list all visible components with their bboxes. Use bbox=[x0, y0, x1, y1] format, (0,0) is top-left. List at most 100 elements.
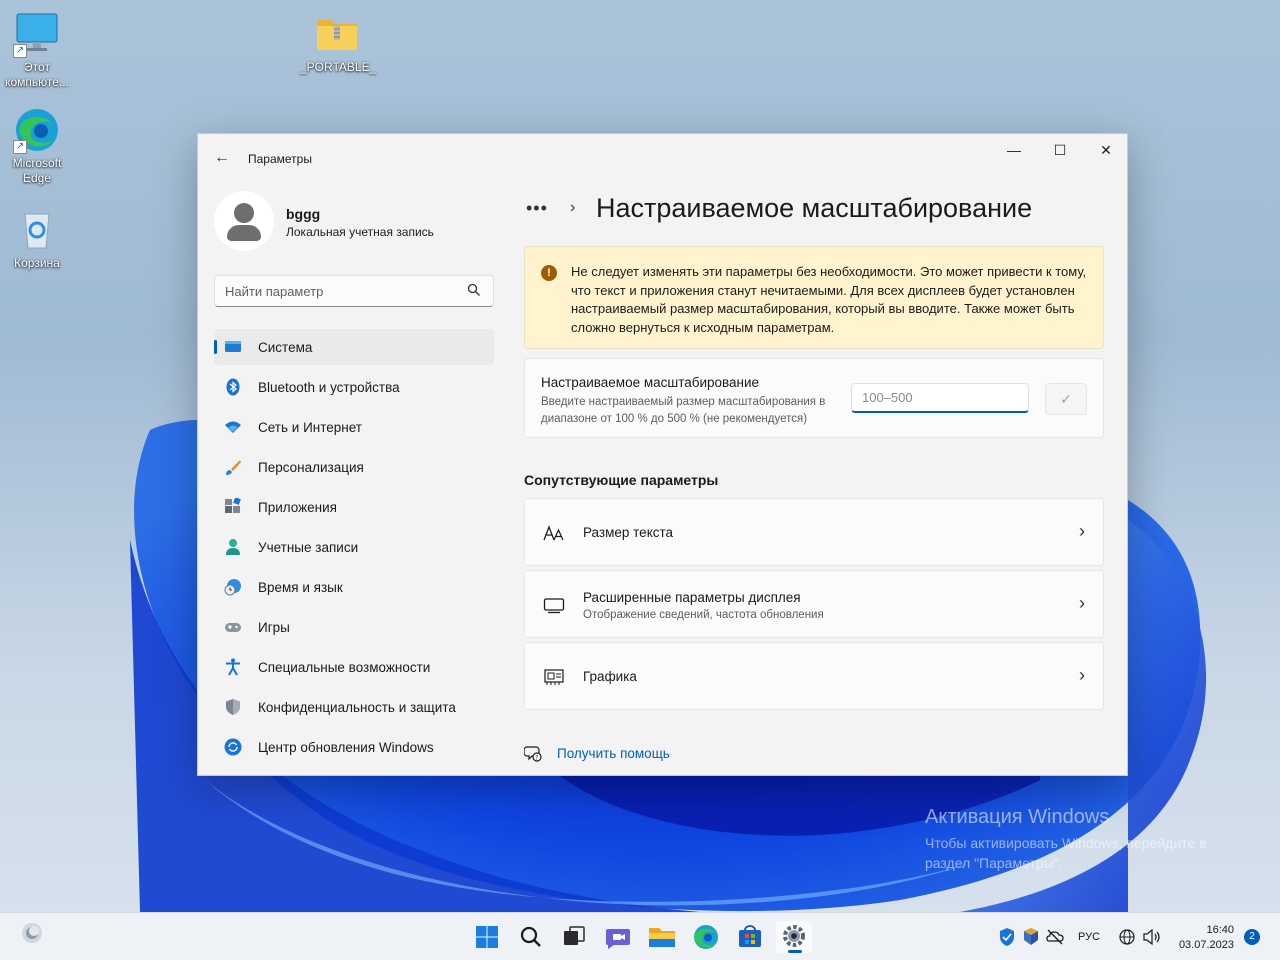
desktop-icon-label: _PORTABLE_ bbox=[300, 60, 377, 74]
security-badge-icon[interactable] bbox=[1022, 927, 1040, 947]
sidebar-item-label: Учетные записи bbox=[258, 540, 359, 555]
activation-subtitle: Чтобы активировать Windows, перейдите в … bbox=[925, 835, 1207, 871]
sidebar-item-apps[interactable]: Приложения bbox=[214, 489, 494, 525]
close-button[interactable]: ✕ bbox=[1083, 134, 1129, 166]
related-item-title: Размер текста bbox=[583, 525, 674, 540]
volume-icon[interactable] bbox=[1142, 927, 1162, 947]
help-icon[interactable]: ? bbox=[524, 744, 542, 762]
clock-time: 16:40 bbox=[1206, 924, 1234, 936]
custom-scaling-input[interactable] bbox=[852, 384, 1022, 410]
edge-icon: ↗ bbox=[13, 106, 61, 154]
wifi-icon bbox=[225, 421, 241, 433]
svg-text:?: ? bbox=[535, 754, 538, 761]
notification-badge[interactable]: 2 bbox=[1244, 929, 1260, 945]
custom-scaling-field[interactable] bbox=[851, 383, 1029, 413]
sidebar-item-label: Bluetooth и устройства bbox=[258, 380, 400, 395]
text-size-icon bbox=[543, 525, 564, 541]
warning-banner: ! Не следует изменять эти параметры без … bbox=[524, 246, 1104, 349]
taskbar-search-button[interactable] bbox=[513, 921, 549, 953]
sidebar-item-personalization[interactable]: Персонализация bbox=[214, 449, 494, 485]
custom-scaling-description: Введите настраиваемый размер масштабиров… bbox=[541, 396, 826, 425]
profile-name: bggg bbox=[286, 206, 321, 222]
sidebar-item-label: Персонализация bbox=[258, 460, 364, 475]
globe-clock-icon bbox=[224, 579, 241, 596]
desktop-icon-recycle-bin[interactable]: Корзина bbox=[0, 206, 74, 271]
chevron-right-icon: › bbox=[1079, 521, 1085, 541]
shield-icon bbox=[226, 699, 240, 715]
activation-watermark: Активация Windows Чтобы активировать Win… bbox=[925, 806, 1245, 873]
bluetooth-icon bbox=[226, 378, 240, 396]
activation-title: Активация Windows bbox=[925, 806, 1110, 828]
avatar[interactable] bbox=[214, 191, 274, 251]
search-input[interactable] bbox=[215, 276, 455, 306]
sidebar-item-privacy[interactable]: Конфиденциальность и защита bbox=[214, 689, 494, 725]
weather-icon[interactable] bbox=[20, 921, 44, 945]
chat-button[interactable] bbox=[600, 921, 636, 953]
profile-account-type: Локальная учетная запись bbox=[286, 225, 434, 239]
breadcrumb-separator: › bbox=[570, 199, 576, 216]
desktop-icon-label: Microsoft Edge bbox=[12, 156, 62, 185]
language-indicator[interactable]: РУС bbox=[1078, 931, 1100, 943]
monitor-icon: ↗ bbox=[13, 10, 61, 58]
edge-button[interactable] bbox=[688, 921, 724, 953]
sidebar-item-gaming[interactable]: Игры bbox=[214, 609, 494, 645]
desktop-icon-edge[interactable]: ↗ Microsoft Edge bbox=[0, 106, 74, 186]
desktop-icon-label: Этот компьюте... bbox=[5, 60, 69, 89]
store-icon bbox=[739, 925, 761, 947]
defender-icon[interactable] bbox=[998, 927, 1016, 947]
search-icon bbox=[520, 926, 541, 947]
user-icon bbox=[234, 203, 254, 223]
sidebar-item-label: Сеть и Интернет bbox=[258, 420, 362, 435]
sidebar-item-bluetooth[interactable]: Bluetooth и устройства bbox=[214, 369, 494, 405]
breadcrumb-more-button[interactable]: ••• bbox=[526, 198, 548, 219]
search-field[interactable] bbox=[214, 275, 494, 307]
sidebar-item-system[interactable]: Система bbox=[214, 329, 494, 365]
gamepad-icon bbox=[225, 623, 241, 632]
related-item-graphics[interactable]: Графика › bbox=[524, 642, 1104, 710]
search-icon[interactable] bbox=[467, 283, 481, 297]
warning-icon: ! bbox=[541, 265, 557, 281]
related-item-text-size[interactable]: Размер текста › bbox=[524, 498, 1104, 566]
sidebar-item-label: Игры bbox=[258, 620, 290, 635]
store-button[interactable] bbox=[732, 921, 768, 953]
back-arrow-icon[interactable]: ← bbox=[212, 148, 232, 168]
sidebar-item-label: Специальные возможности bbox=[258, 660, 431, 675]
accessibility-icon bbox=[226, 658, 240, 676]
desktop-icon-this-pc[interactable]: ↗ Этот компьюте... bbox=[0, 10, 74, 90]
warning-text: Не следует изменять эти параметры без не… bbox=[571, 264, 1087, 335]
apply-button[interactable]: ✓ bbox=[1045, 383, 1087, 415]
sidebar-item-accessibility[interactable]: Специальные возможности bbox=[214, 649, 494, 685]
clock-date: 03.07.2023 bbox=[1178, 939, 1234, 951]
file-explorer-button[interactable] bbox=[644, 921, 680, 953]
recycle-bin-icon bbox=[13, 206, 61, 254]
sidebar-item-windows-update[interactable]: Центр обновления Windows bbox=[214, 729, 494, 765]
related-item-advanced-display[interactable]: Расширенные параметры дисплея Отображени… bbox=[524, 570, 1104, 638]
display-icon bbox=[543, 598, 565, 614]
start-button[interactable] bbox=[469, 921, 505, 953]
folder-icon bbox=[649, 928, 675, 947]
accounts-icon bbox=[226, 539, 240, 555]
sidebar-item-network[interactable]: Сеть и Интернет bbox=[214, 409, 494, 445]
taskbar: РУС 16:40 03.07.2023 2 bbox=[0, 912, 1280, 960]
chevron-right-icon: › bbox=[1079, 593, 1085, 613]
update-icon bbox=[224, 738, 242, 756]
settings-taskbar-button[interactable] bbox=[776, 921, 812, 953]
taskbar-clock[interactable]: 16:40 03.07.2023 bbox=[1170, 923, 1234, 953]
get-help-link[interactable]: Получить помощь bbox=[557, 746, 670, 761]
desktop-icon-portable[interactable]: _PORTABLE_ bbox=[300, 10, 377, 75]
sidebar-item-label: Центр обновления Windows bbox=[258, 740, 434, 755]
sidebar-item-time-language[interactable]: Время и язык bbox=[214, 569, 494, 605]
network-offline-icon[interactable] bbox=[1046, 927, 1064, 947]
page-title: Настраиваемое масштабирование bbox=[596, 193, 1033, 223]
maximize-button[interactable]: ☐ bbox=[1037, 134, 1083, 166]
custom-scaling-title: Настраиваемое масштабирование bbox=[541, 375, 760, 390]
sidebar-item-label: Приложения bbox=[258, 500, 337, 515]
related-item-title: Графика bbox=[583, 669, 637, 684]
sidebar-item-accounts[interactable]: Учетные записи bbox=[214, 529, 494, 565]
sidebar-nav: Система Bluetooth и устройства Сеть и Ин… bbox=[214, 329, 494, 769]
globe-icon[interactable] bbox=[1118, 927, 1136, 947]
chat-icon bbox=[606, 929, 630, 949]
task-view-button[interactable] bbox=[556, 921, 592, 953]
minimize-button[interactable]: — bbox=[991, 134, 1037, 166]
desktop-icon-label: Корзина bbox=[14, 256, 60, 270]
